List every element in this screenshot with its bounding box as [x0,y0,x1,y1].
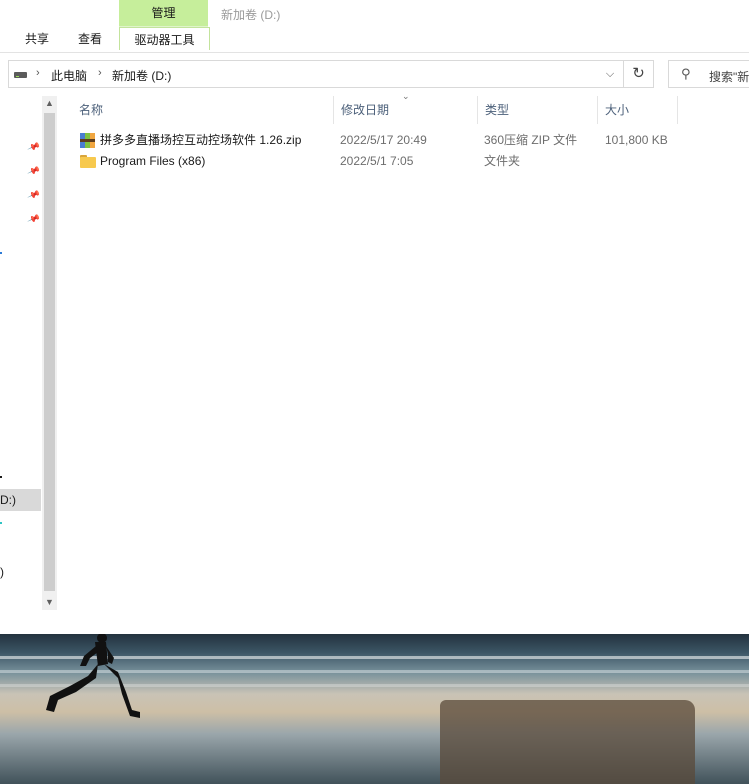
context-group-label: 管理 [119,0,208,26]
scrollbar-thumb[interactable] [44,113,55,591]
tab-view[interactable]: 查看 [78,27,102,48]
address-bar[interactable]: › 此电脑 › 新加卷 (D:) ⌵ [8,60,624,88]
file-name[interactable]: Program Files (x86) [100,151,205,172]
navigation-pane: 📌 📌 📌 📌 D:) ) [0,96,42,610]
chevron-down-icon[interactable]: ⌵ [597,61,623,87]
runner-silhouette-icon [46,634,140,718]
ribbon: 管理 新加卷 (D:) 共享 查看 驱动器工具 [0,0,749,53]
file-date: 2022/5/17 20:49 [340,133,427,147]
column-header-size[interactable]: 大小 [598,96,678,124]
file-size: 101,800 KB [605,133,668,147]
zip-archive-icon [80,133,95,148]
scroll-down-icon[interactable]: ▼ [42,595,57,610]
breadcrumb-separator-icon[interactable]: › [98,67,102,79]
file-row[interactable]: 拼多多直播场控互动控场软件 1.26.zip 2022/5/17 20:49 3… [72,130,749,151]
scroll-up-icon[interactable]: ▲ [42,96,57,111]
file-type: 360压缩 ZIP 文件 [484,133,578,147]
tab-share[interactable]: 共享 [25,27,49,48]
nav-item-fragment[interactable]: ) [0,565,4,579]
nav-item-marker [0,522,2,524]
pin-icon[interactable]: 📌 [26,188,41,202]
nav-item-marker [0,252,2,254]
desktop-wallpaper [0,634,749,784]
window-title: 新加卷 (D:) [221,8,281,22]
search-box[interactable]: ⚲ 搜索"新 [668,60,749,88]
search-icon: ⚲ [681,66,691,81]
file-type: 文件夹 [484,154,521,168]
column-header-type[interactable]: 类型 [478,96,598,124]
file-date: 2022/5/1 7:05 [340,154,414,168]
tab-drive-tools[interactable]: 驱动器工具 [119,27,210,50]
pin-icon[interactable]: 📌 [26,164,41,178]
column-header-name[interactable]: 名称 [72,96,334,124]
refresh-icon: ↻ [632,65,645,82]
file-explorer-window: 管理 新加卷 (D:) 共享 查看 驱动器工具 › 此电脑 › 新加卷 (D:)… [0,0,749,634]
reflection-shape [440,700,695,784]
pin-icon[interactable]: 📌 [26,212,41,226]
folder-icon [80,155,96,168]
search-input[interactable]: 搜索"新 [709,68,749,85]
breadcrumb-separator-icon[interactable]: › [36,67,40,79]
nav-item-volume-d[interactable]: D:) [0,493,16,507]
file-row[interactable]: Program Files (x86) 2022/5/1 7:05 文件夹 [72,151,749,172]
file-list: 名称 ⌄ 修改日期 类型 大小 拼多多直播场控互动控场软件 1.26.zip 2… [72,91,749,610]
nav-item-marker [0,476,2,478]
breadcrumb-volume-d[interactable]: 新加卷 (D:) [112,67,171,84]
refresh-button[interactable]: ↻ [624,60,654,88]
file-name[interactable]: 拼多多直播场控互动控场软件 1.26.zip [100,130,301,151]
drive-icon [14,72,27,78]
breadcrumb-this-pc[interactable]: 此电脑 [51,67,87,84]
pin-icon[interactable]: 📌 [26,140,41,154]
nav-scrollbar[interactable]: ▲ ▼ [42,96,57,610]
column-header-date[interactable]: 修改日期 [334,96,478,124]
